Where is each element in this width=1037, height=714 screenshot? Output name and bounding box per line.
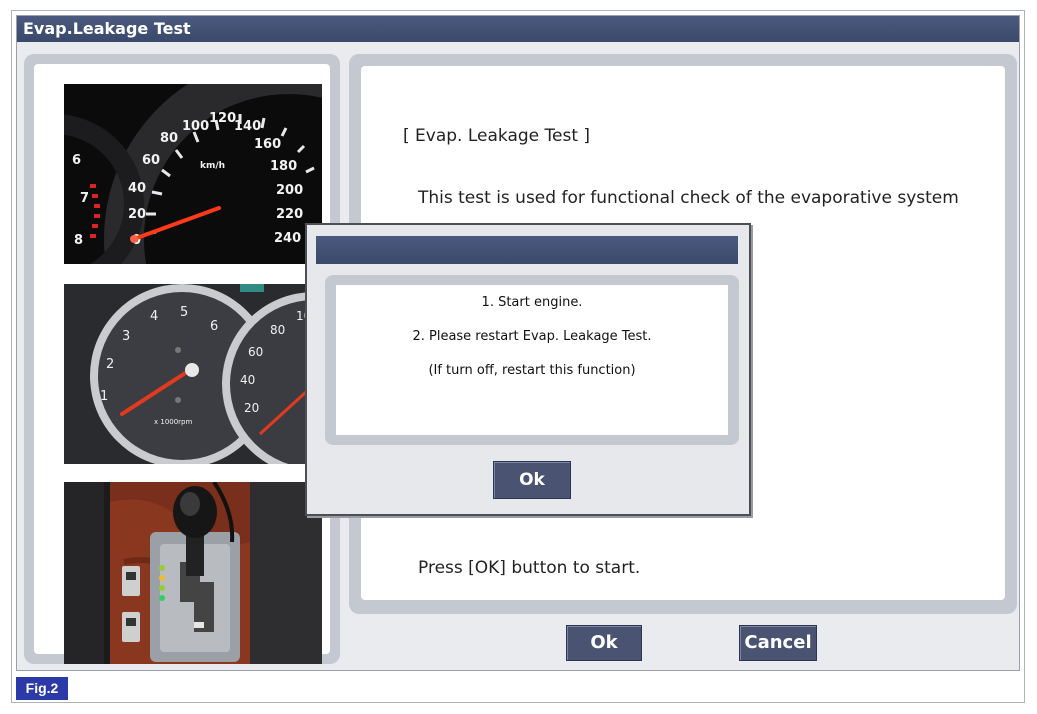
tach-label-6: 6 <box>210 319 218 334</box>
tach-speed-60: 60 <box>248 345 263 359</box>
speed-label-7: 7 <box>80 191 89 206</box>
tach-label-2: 2 <box>106 357 114 372</box>
tach-label-4: 4 <box>150 309 158 324</box>
test-description: This test is used for functional check o… <box>418 188 959 208</box>
test-heading: [ Evap. Leakage Test ] <box>403 126 591 146</box>
tachometer-image: 1 2 3 4 5 6 x 1000rpm 80 60 40 20 100 <box>64 284 322 464</box>
speed-label-160: 160 <box>254 137 281 152</box>
speed-label-220: 220 <box>276 207 303 222</box>
dialog-titlebar <box>316 236 738 264</box>
image-panel: 6 7 8 80 100 120 140 160 180 200 220 240… <box>24 54 340 664</box>
tach-label-1: 1 <box>100 389 108 404</box>
dialog-message-area: 1. Start engine. 2. Please restart Evap.… <box>336 285 728 435</box>
speed-unit: km/h <box>200 161 225 171</box>
restart-dialog: 1. Start engine. 2. Please restart Evap.… <box>305 223 751 516</box>
speed-label-240: 240 <box>274 231 301 246</box>
dialog-message-panel: 1. Start engine. 2. Please restart Evap.… <box>325 275 739 445</box>
speed-label-40: 40 <box>128 181 146 196</box>
speed-label-100: 100 <box>182 119 209 134</box>
figure-label: Fig.2 <box>16 677 68 700</box>
speed-label-120: 120 <box>209 111 236 126</box>
dialog-ok-button[interactable]: Ok <box>493 461 571 499</box>
gear-shifter-image <box>64 482 322 664</box>
ok-button[interactable]: Ok <box>566 625 642 661</box>
start-instruction: Press [OK] button to start. <box>418 558 641 578</box>
tach-speed-80: 80 <box>270 323 285 337</box>
dialog-line-2: 2. Please restart Evap. Leakage Test. <box>412 329 652 344</box>
tach-label-3: 3 <box>122 329 130 344</box>
speed-label-60: 60 <box>142 153 160 168</box>
dialog-line-3: (If turn off, restart this function) <box>428 363 636 378</box>
speed-label-6: 6 <box>72 153 81 168</box>
cancel-button[interactable]: Cancel <box>739 625 817 661</box>
tach-label-5: 5 <box>180 305 188 320</box>
speed-label-80: 80 <box>160 131 178 146</box>
speed-label-20: 20 <box>128 207 146 222</box>
speed-label-8: 8 <box>74 233 83 248</box>
speed-label-200: 200 <box>276 183 303 198</box>
window-title: Evap.Leakage Test <box>17 16 1019 42</box>
image-panel-inner: 6 7 8 80 100 120 140 160 180 200 220 240… <box>34 64 330 664</box>
dialog-line-1: 1. Start engine. <box>481 295 583 310</box>
speed-label-140: 140 <box>234 119 261 134</box>
tach-unit: x 1000rpm <box>154 418 193 426</box>
tach-speed-20: 20 <box>244 401 259 415</box>
speedometer-image: 6 7 8 80 100 120 140 160 180 200 220 240… <box>64 84 322 264</box>
speed-label-180: 180 <box>270 159 297 174</box>
tach-speed-40: 40 <box>240 373 255 387</box>
